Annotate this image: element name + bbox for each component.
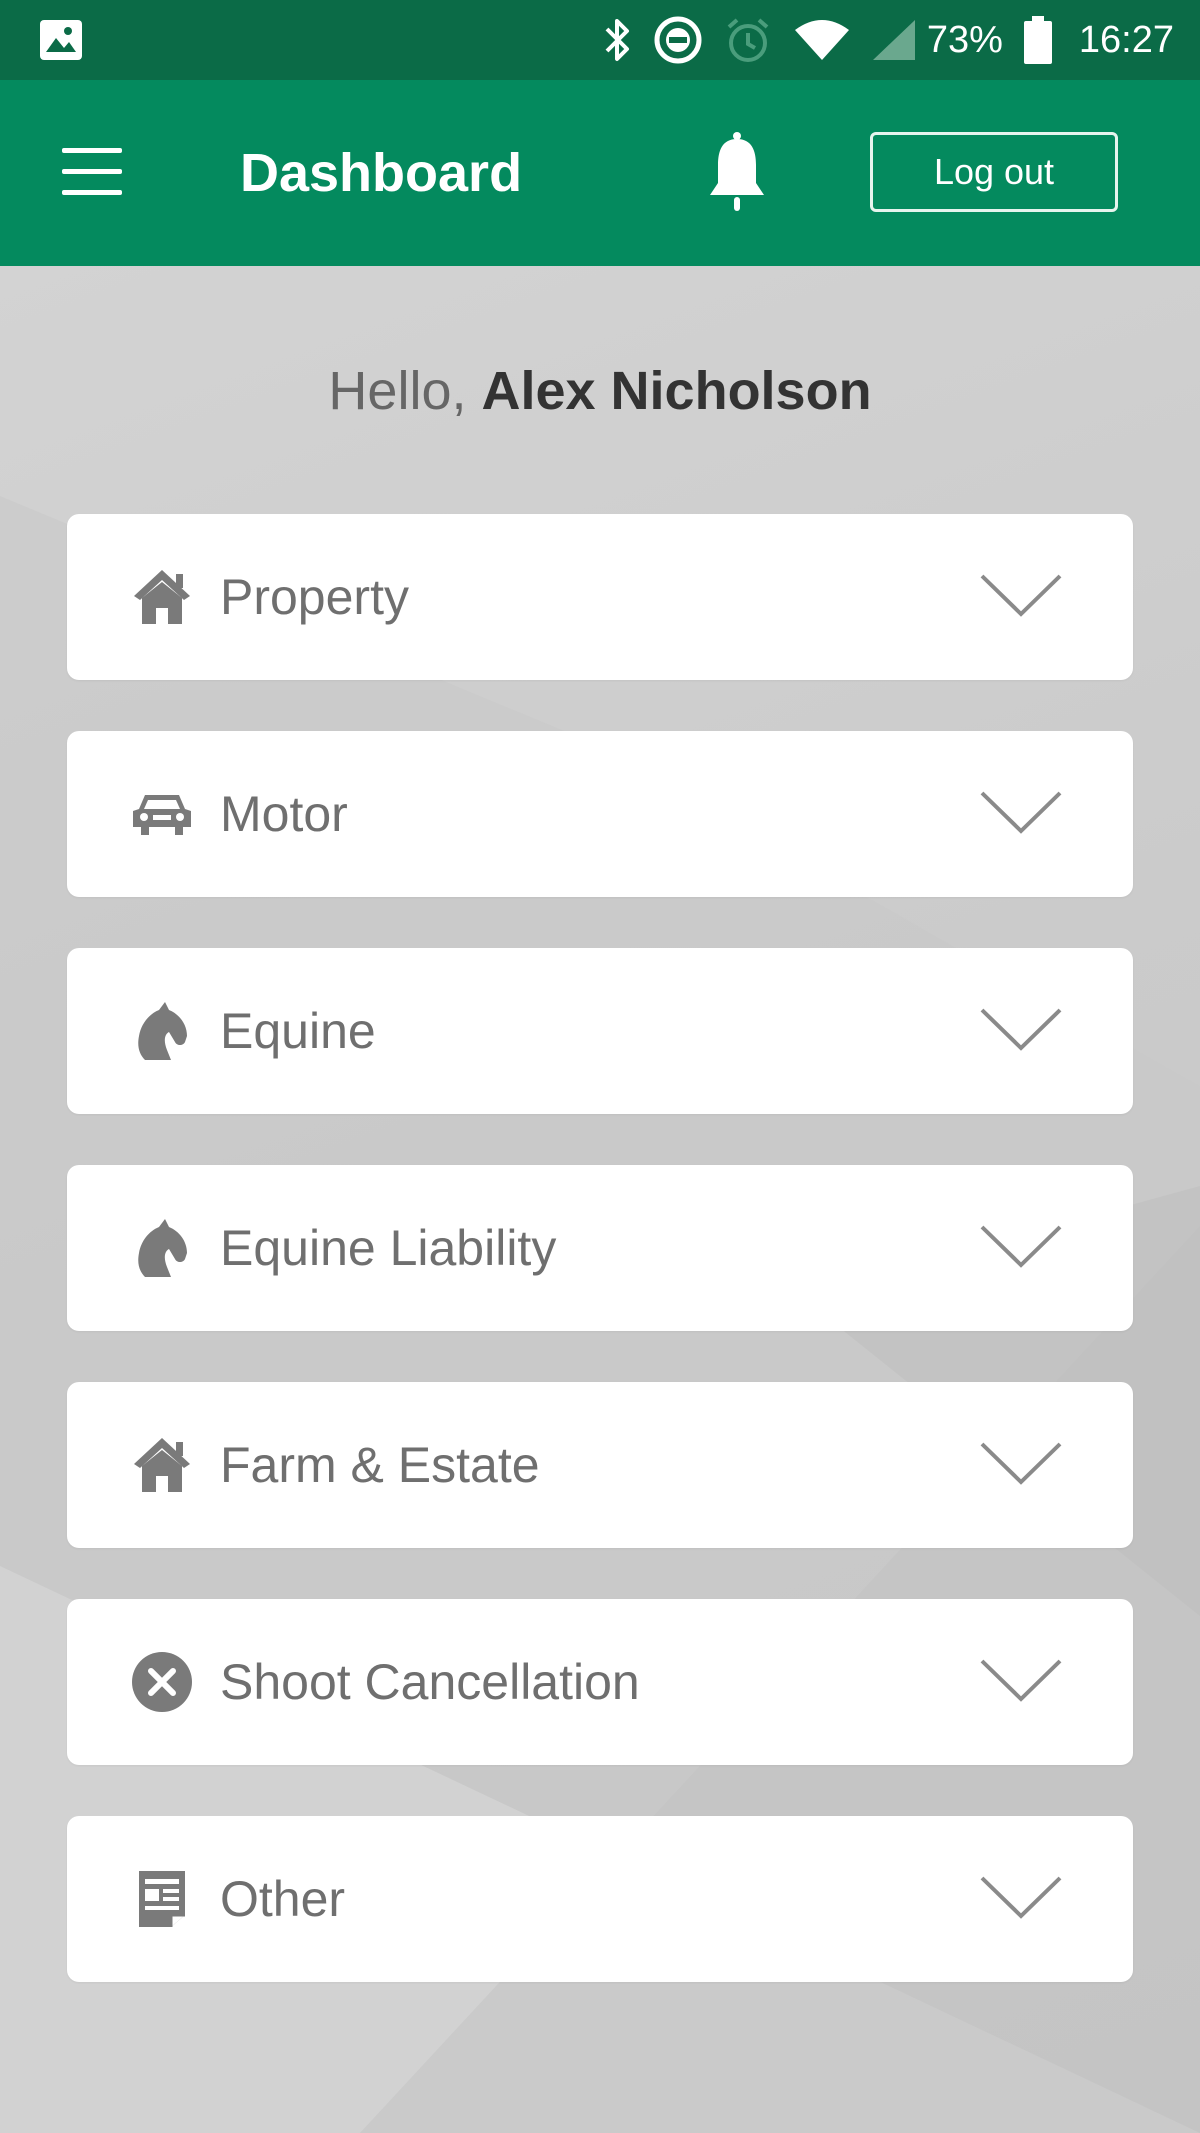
status-bar: 73% 16:27 <box>0 0 1200 80</box>
category-card-property[interactable]: Property <box>67 514 1133 680</box>
document-icon <box>129 1859 195 1939</box>
app-bar: Dashboard Log out <box>0 80 1200 266</box>
cancel-circle-icon <box>129 1642 195 1722</box>
category-label: Property <box>220 569 409 625</box>
chevron-down-icon <box>980 574 1062 617</box>
horse-head-icon <box>129 1208 195 1288</box>
user-name: Alex Nicholson <box>481 361 872 421</box>
bell-icon[interactable] <box>700 128 774 218</box>
category-label: Equine Liability <box>220 1220 557 1276</box>
signal-icon <box>871 18 917 62</box>
category-card-shoot-cancellation[interactable]: Shoot Cancellation <box>67 1599 1133 1765</box>
battery-icon <box>1023 15 1053 65</box>
menu-icon[interactable] <box>56 142 128 202</box>
battery-percent: 73% <box>926 18 1003 61</box>
chevron-down-icon <box>980 1876 1062 1919</box>
category-card-equine-liability[interactable]: Equine Liability <box>67 1165 1133 1331</box>
dashboard-content: Hello, Alex Nicholson Property Motor Equ… <box>0 266 1200 2133</box>
category-label: Other <box>220 1871 346 1927</box>
page-title: Dashboard <box>240 143 523 203</box>
category-card-farm-estate[interactable]: Farm & Estate <box>67 1382 1133 1548</box>
clock: 16:27 <box>1078 18 1174 61</box>
bluetooth-icon <box>603 17 633 63</box>
house-icon <box>129 1425 195 1505</box>
greeting-prefix: Hello, <box>328 361 482 421</box>
category-card-motor[interactable]: Motor <box>67 731 1133 897</box>
chevron-down-icon <box>980 1225 1062 1268</box>
logout-button[interactable]: Log out <box>870 132 1118 212</box>
category-label: Motor <box>220 786 348 842</box>
alarm-icon <box>723 15 773 65</box>
category-label: Shoot Cancellation <box>220 1654 640 1710</box>
house-icon <box>129 557 195 637</box>
car-icon <box>129 774 195 854</box>
image-icon <box>38 18 84 62</box>
chevron-down-icon <box>980 1442 1062 1485</box>
category-label: Equine <box>220 1003 376 1059</box>
status-icons: 73% 16:27 <box>583 0 1174 80</box>
greeting: Hello, Alex Nicholson <box>0 358 1200 424</box>
category-label: Farm & Estate <box>220 1437 540 1493</box>
chevron-down-icon <box>980 791 1062 834</box>
category-card-other[interactable]: Other <box>67 1816 1133 1982</box>
do-not-disturb-icon <box>653 15 703 65</box>
wifi-icon <box>793 18 851 62</box>
chevron-down-icon <box>980 1659 1062 1702</box>
category-card-equine[interactable]: Equine <box>67 948 1133 1114</box>
chevron-down-icon <box>980 1008 1062 1051</box>
horse-head-icon <box>129 991 195 1071</box>
category-list: Property Motor Equine Equine Liability F… <box>67 514 1133 2033</box>
